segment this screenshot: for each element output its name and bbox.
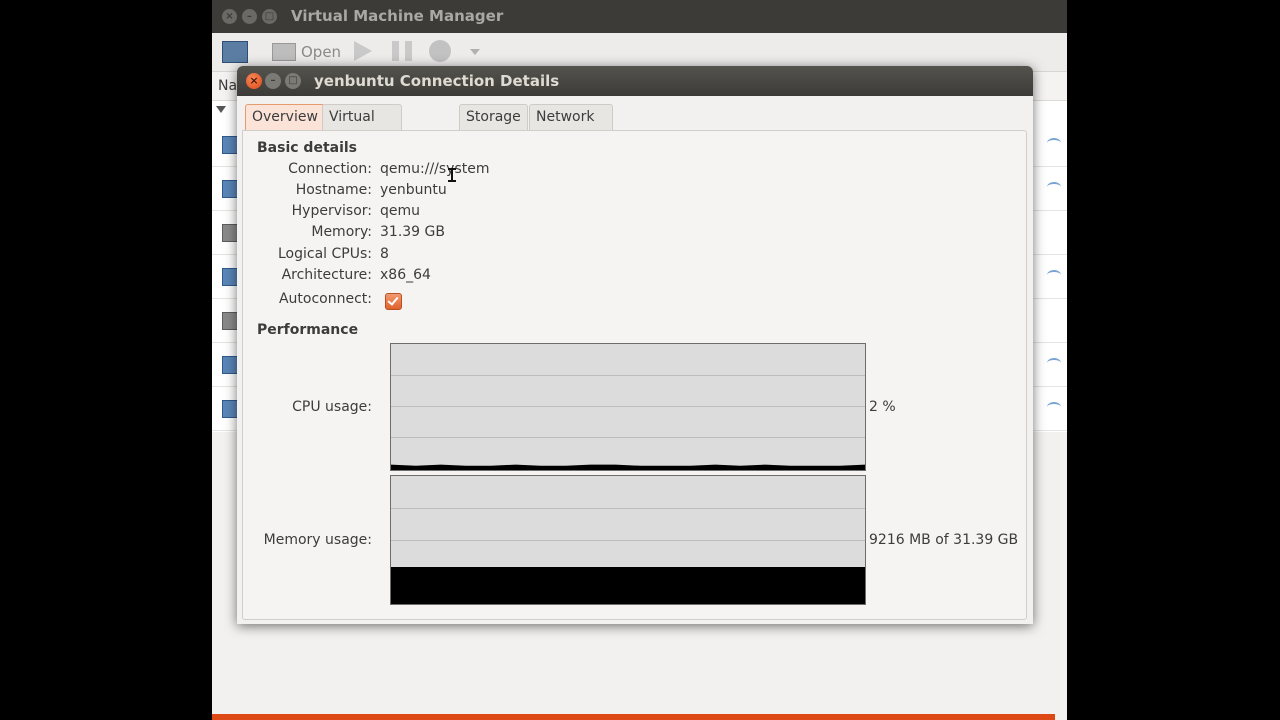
cpu-usage-value: 2 % xyxy=(869,399,896,415)
overview-panel: Basic details Connection: qemu:///system… xyxy=(242,130,1027,620)
tab-network-interfaces[interactable]: Network Interfaces xyxy=(529,104,613,150)
cpu-usage-graph xyxy=(390,343,866,471)
window-title: Virtual Machine Manager xyxy=(291,7,504,25)
close-icon[interactable]: × xyxy=(246,73,262,89)
vm-monitor-icon xyxy=(222,180,238,198)
memory-label: Memory: xyxy=(311,224,372,240)
cpu-usage-area xyxy=(391,464,865,470)
expander-icon[interactable] xyxy=(216,106,226,113)
maximize-icon[interactable]: □ xyxy=(285,73,301,89)
architecture-value: x86_64 xyxy=(380,267,431,283)
dialog-titlebar[interactable]: × – □ yenbuntu Connection Details xyxy=(237,66,1033,96)
cpu-sparkline xyxy=(1047,270,1061,280)
cpu-usage-series xyxy=(391,464,865,470)
autoconnect-checkbox[interactable] xyxy=(385,293,402,310)
vm-monitor-icon xyxy=(222,400,238,418)
hypervisor-label: Hypervisor: xyxy=(291,203,372,219)
basic-details-heading: Basic details xyxy=(257,140,358,156)
play-icon[interactable] xyxy=(354,41,372,61)
power-icon[interactable] xyxy=(429,40,451,62)
minimize-icon[interactable]: – xyxy=(265,73,281,89)
minimize-icon[interactable]: – xyxy=(242,9,257,24)
vm-monitor-icon xyxy=(222,356,238,374)
cpu-usage-label: CPU usage: xyxy=(292,399,372,415)
memory-value: 31.39 GB xyxy=(380,224,445,240)
hypervisor-value: qemu xyxy=(380,203,421,219)
memory-usage-label: Memory usage: xyxy=(263,532,372,548)
bottom-strip xyxy=(212,714,1055,720)
open-button[interactable]: Open xyxy=(301,43,341,61)
memory-usage-value: 9216 MB of 31.39 GB xyxy=(869,532,1019,548)
text-cursor-icon xyxy=(448,168,456,182)
cpu-sparkline xyxy=(1047,358,1061,368)
list-header-name[interactable]: Na xyxy=(218,78,237,94)
connection-label: Connection: xyxy=(288,161,372,177)
memory-usage-fill xyxy=(391,566,865,604)
logical-cpus-label: Logical CPUs: xyxy=(278,246,372,262)
main-titlebar: × – □ Virtual Machine Manager xyxy=(212,0,1067,33)
cpu-sparkline xyxy=(1047,138,1061,148)
autoconnect-label: Autoconnect: xyxy=(278,291,372,307)
new-vm-icon[interactable] xyxy=(222,41,248,63)
memory-usage-graph xyxy=(390,475,866,605)
cpu-sparkline xyxy=(1047,402,1061,412)
hostname-value: yenbuntu xyxy=(380,182,447,198)
vm-monitor-icon xyxy=(222,224,238,242)
close-icon[interactable]: × xyxy=(222,9,237,24)
pause-icon[interactable] xyxy=(392,41,412,61)
tab-storage[interactable]: Storage xyxy=(459,104,528,130)
connection-details-dialog: × – □ yenbuntu Connection Details Overvi… xyxy=(237,66,1033,624)
architecture-label: Architecture: xyxy=(281,267,372,283)
performance-heading: Performance xyxy=(257,322,359,338)
vm-monitor-icon xyxy=(222,136,238,154)
tab-virtual-networks[interactable]: Virtual Networks xyxy=(322,104,402,150)
hostname-label: Hostname: xyxy=(295,182,372,198)
vm-monitor-icon xyxy=(222,268,238,286)
logical-cpus-value: 8 xyxy=(380,246,389,262)
vm-monitor-icon xyxy=(222,312,238,330)
connection-value: qemu:///system xyxy=(380,161,490,177)
chevron-down-icon[interactable] xyxy=(470,49,480,55)
dialog-title: yenbuntu Connection Details xyxy=(314,72,560,90)
tab-overview[interactable]: Overview xyxy=(245,104,325,130)
maximize-icon[interactable]: □ xyxy=(262,9,277,24)
monitor-icon[interactable] xyxy=(272,43,296,61)
cpu-sparkline xyxy=(1047,182,1061,192)
